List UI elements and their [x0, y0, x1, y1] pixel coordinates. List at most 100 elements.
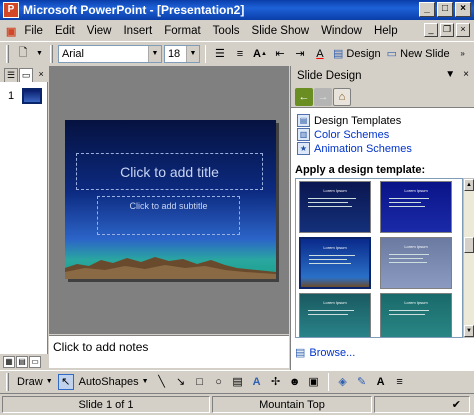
toolbar-grip[interactable]: [49, 44, 53, 63]
menu-slide-show[interactable]: Slide Show: [246, 25, 316, 37]
font-name-combo[interactable]: Arial ▼: [57, 44, 162, 63]
design-templates-label: Design Templates: [314, 114, 402, 127]
textbox-icon[interactable]: ▤: [230, 374, 246, 390]
home-icon[interactable]: ⌂: [333, 87, 351, 106]
diagram-icon[interactable]: ✢: [268, 374, 284, 390]
slide-canvas[interactable]: Click to add title Click to add subtitle: [65, 120, 276, 279]
design-button[interactable]: ▤ Design: [331, 45, 383, 63]
close-button[interactable]: ×: [455, 2, 471, 17]
oval-icon[interactable]: ○: [211, 374, 227, 390]
decrease-indent-icon[interactable]: ⇤: [271, 45, 289, 63]
spelling-status-icon[interactable]: ✔: [374, 396, 470, 413]
subtitle-placeholder[interactable]: Click to add subtitle: [97, 196, 240, 235]
menu-view[interactable]: View: [81, 25, 118, 37]
task-pane-title: Slide Design: [297, 70, 362, 82]
template-thumbnail[interactable]: Lorem Ipsum: [380, 237, 452, 289]
bullets-icon[interactable]: ≡: [231, 45, 249, 63]
toolbar-grip[interactable]: [6, 372, 9, 391]
task-pane-menu-icon[interactable]: ▼: [445, 69, 455, 80]
color-schemes-icon: ▥: [297, 128, 310, 141]
menu-edit[interactable]: Edit: [49, 25, 81, 37]
design-templates-link[interactable]: ▤ Design Templates: [297, 114, 401, 127]
draw-menu-button[interactable]: Draw ▼: [15, 373, 55, 391]
slide-number: 1: [8, 90, 15, 102]
normal-view-icon[interactable]: ▦: [3, 356, 15, 368]
toolbar-grip[interactable]: [6, 44, 9, 63]
status-design-name: Mountain Top: [212, 396, 372, 413]
doc-minimize-button[interactable]: _: [424, 23, 438, 37]
document-icon[interactable]: ▣: [4, 22, 18, 40]
view-buttons: ▦ ▤ ▭: [0, 354, 48, 370]
close-panel-icon[interactable]: ×: [34, 68, 48, 82]
autoshapes-menu-button[interactable]: AutoShapes ▼: [77, 373, 151, 391]
increase-indent-icon[interactable]: ⇥: [291, 45, 309, 63]
arrow-icon[interactable]: ↘: [173, 374, 189, 390]
animation-schemes-link[interactable]: ★ Animation Schemes: [297, 142, 412, 155]
template-thumbnail[interactable]: Lorem Ipsum: [299, 293, 371, 337]
menu-window[interactable]: Window: [315, 25, 368, 37]
template-thumbnail[interactable]: Lorem Ipsum: [299, 181, 371, 233]
design-templates-icon: ▤: [297, 114, 310, 127]
title-placeholder[interactable]: Click to add title: [76, 153, 263, 190]
gallery-scrollbar[interactable]: ▲ ▼: [463, 178, 474, 338]
color-schemes-link[interactable]: ▥ Color Schemes: [297, 128, 389, 141]
wordart-icon[interactable]: A: [249, 374, 265, 390]
minimize-button[interactable]: _: [419, 2, 435, 17]
notes-placeholder: Click to add notes: [53, 340, 149, 354]
new-slide-label: New Slide: [400, 47, 450, 60]
doc-restore-button[interactable]: ❐: [440, 23, 454, 37]
browse-link[interactable]: ▤ Browse...: [295, 346, 355, 360]
menu-insert[interactable]: Insert: [117, 25, 158, 37]
autoshapes-label: AutoShapes: [78, 375, 139, 388]
menu-format[interactable]: Format: [158, 25, 206, 37]
rectangle-icon[interactable]: □: [192, 374, 208, 390]
select-pointer-icon[interactable]: ↖: [57, 373, 74, 390]
menu-tools[interactable]: Tools: [207, 25, 246, 37]
new-slide-button[interactable]: ▭ New Slide: [385, 45, 452, 63]
maximize-button[interactable]: □: [437, 2, 453, 17]
line-icon[interactable]: ╲: [154, 374, 170, 390]
slide-thumbnail[interactable]: [22, 88, 42, 104]
increase-font-icon[interactable]: A ▲: [251, 45, 269, 63]
design-label: Design: [346, 47, 381, 60]
font-dropdown-arrow[interactable]: ▼: [147, 45, 161, 62]
template-thumbnail-selected[interactable]: Lorem Ipsum: [299, 237, 371, 289]
template-caption: Lorem Ipsum: [404, 188, 428, 193]
task-pane: Slide Design ▼ × ← → ⌂ ▤ Design Template…: [290, 66, 474, 370]
font-color-draw-icon[interactable]: A: [373, 374, 389, 390]
sorter-view-icon[interactable]: ▤: [16, 356, 28, 368]
font-color-icon[interactable]: A: [311, 45, 329, 63]
font-size-combo[interactable]: 18 ▼: [163, 44, 200, 63]
design-icon: ▤: [332, 48, 344, 60]
scroll-thumb[interactable]: [464, 237, 474, 253]
template-thumbnail[interactable]: Lorem Ipsum: [380, 293, 452, 337]
template-thumbnail[interactable]: Lorem Ipsum: [380, 181, 452, 233]
forward-icon[interactable]: →: [314, 87, 332, 106]
new-slide-icon: ▭: [386, 48, 398, 60]
menu-file[interactable]: File: [18, 25, 49, 37]
task-pane-close-icon[interactable]: ×: [463, 69, 469, 80]
toolbar-separator: [204, 44, 206, 63]
new-document-icon[interactable]: 🗋: [14, 45, 32, 63]
powerpoint-app-icon[interactable]: P: [3, 2, 19, 18]
dropdown-arrow-icon[interactable]: ▼: [34, 45, 45, 63]
slides-tab[interactable]: ▭: [19, 68, 34, 82]
slideshow-view-icon[interactable]: ▭: [29, 356, 41, 368]
line-style-icon[interactable]: ≡: [392, 374, 408, 390]
template-caption: Lorem Ipsum: [323, 300, 347, 305]
fill-color-icon[interactable]: ◈: [335, 374, 351, 390]
clipart-icon[interactable]: ☻: [287, 374, 303, 390]
outline-tab[interactable]: ☰: [4, 68, 19, 82]
picture-icon[interactable]: ▣: [306, 374, 322, 390]
back-icon[interactable]: ←: [295, 87, 313, 106]
scroll-up-icon[interactable]: ▲: [464, 179, 474, 191]
slides-panel: ☰ ▭ × 1: [0, 66, 48, 354]
toolbar-options-icon[interactable]: »: [454, 45, 472, 63]
doc-close-button[interactable]: ×: [456, 23, 470, 37]
numbering-icon[interactable]: ☰: [211, 45, 229, 63]
menu-help[interactable]: Help: [368, 25, 404, 37]
notes-pane[interactable]: Click to add notes: [49, 335, 289, 368]
scroll-down-icon[interactable]: ▼: [464, 325, 474, 337]
size-dropdown-arrow[interactable]: ▼: [185, 45, 199, 62]
line-color-icon[interactable]: ✎: [354, 374, 370, 390]
